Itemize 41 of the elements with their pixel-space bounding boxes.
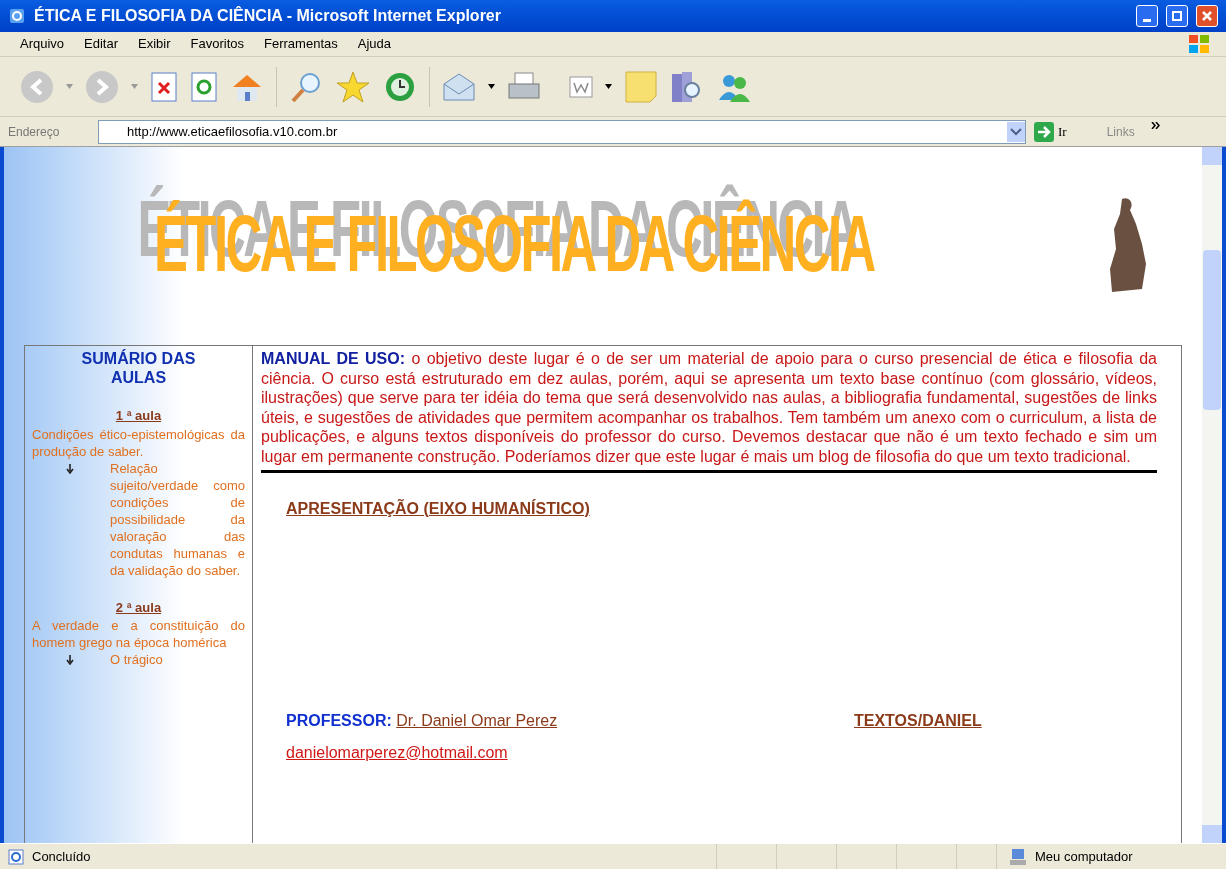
bullet-arrow-icon [66,463,74,474]
lesson-heading[interactable]: 2 ª aula [115,597,162,617]
lesson-summary: A verdade e a constituição do homem grego na época homérica [32,617,245,651]
windows-logo-icon [1188,34,1210,54]
bullet-arrow-icon [66,655,74,665]
window-title: ÉTICA E FILOSOFIA DA CIÊNCIA - Microsoft Internet Explorer [34,5,502,26]
mail-icon[interactable] [442,71,476,102]
manual-paragraph: MANUAL DE USO: o objetivo deste lugar é o de ser um material de apoio para o curso presencial de ética e filosofia da ciência. O curso está estruturado em dez aulas, porém, aqui se apresenta um texto base contínuo (com glossário, vídeos, ilustrações) que serve para ter idéia do tema que será desenvolvido nas aulas, a bibliografia fundamental, sugestões de links úteis, e sugestões de atividades que permitem acompanhar os trabalhos. Tem também um anexo com o curriculum, a lista de publicações, e alguns textos disponíveis do professor do curso. Devemos destacar que não é um texto fechado e sim um lugar em permanente construção. Poderíamos dizer que este lugar é mais um blog de filosofia do que um texto tradicional. [261,349,1157,467]
go-button[interactable]: Ir [1030,121,1071,142]
address-field[interactable]: http://www.eticaefilosofia.v10.com.br [98,119,1026,144]
maximize-button[interactable] [1166,5,1188,27]
professor-link[interactable]: Dr. Daniel Omar Perez [396,711,558,729]
word-document-icon[interactable] [569,75,593,98]
lesson-heading[interactable]: 1 ª aula [115,406,162,426]
scrollbar[interactable] [1202,147,1222,843]
caret-icon[interactable] [605,84,612,89]
close-button[interactable] [1196,5,1218,27]
menu-item[interactable]: Arquivo [20,34,65,54]
close-icon [1201,10,1213,22]
caret-icon[interactable] [488,84,495,89]
address-label: Endereço [8,123,61,141]
email-link[interactable]: danielomarperez@hotmail.com [286,740,508,765]
menu-item[interactable]: Editar [84,34,119,54]
chevron-icon[interactable] [1150,122,1160,129]
star-icon[interactable] [335,69,371,104]
lesson-summary: Condições ético-epistemológicas da produção de saber. [32,425,245,460]
menu-item[interactable]: Ajuda [357,34,391,54]
sidebar-title: SUMÁRIO DAS AULAS [80,349,197,387]
section-link[interactable]: APRESENTAÇÃO (EIXO HUMANÍSTICO) [286,496,590,521]
menu-item[interactable]: Ferramentas [264,34,338,54]
texts-link[interactable]: TEXTOS/DANIEL [854,708,982,733]
menu-item[interactable]: Exibir [138,34,171,54]
zone-text: Meu computador [1035,847,1133,866]
status-text: Concluído [32,847,92,866]
menu-item[interactable]: Favoritos [190,34,245,54]
dropdown-icon[interactable] [1007,121,1025,142]
page-icon [8,848,24,865]
professor-label: PROFESSOR: [286,711,392,729]
stop-icon[interactable] [150,70,178,103]
computer-icon [1009,847,1027,866]
minimize-button[interactable] [1136,5,1158,27]
